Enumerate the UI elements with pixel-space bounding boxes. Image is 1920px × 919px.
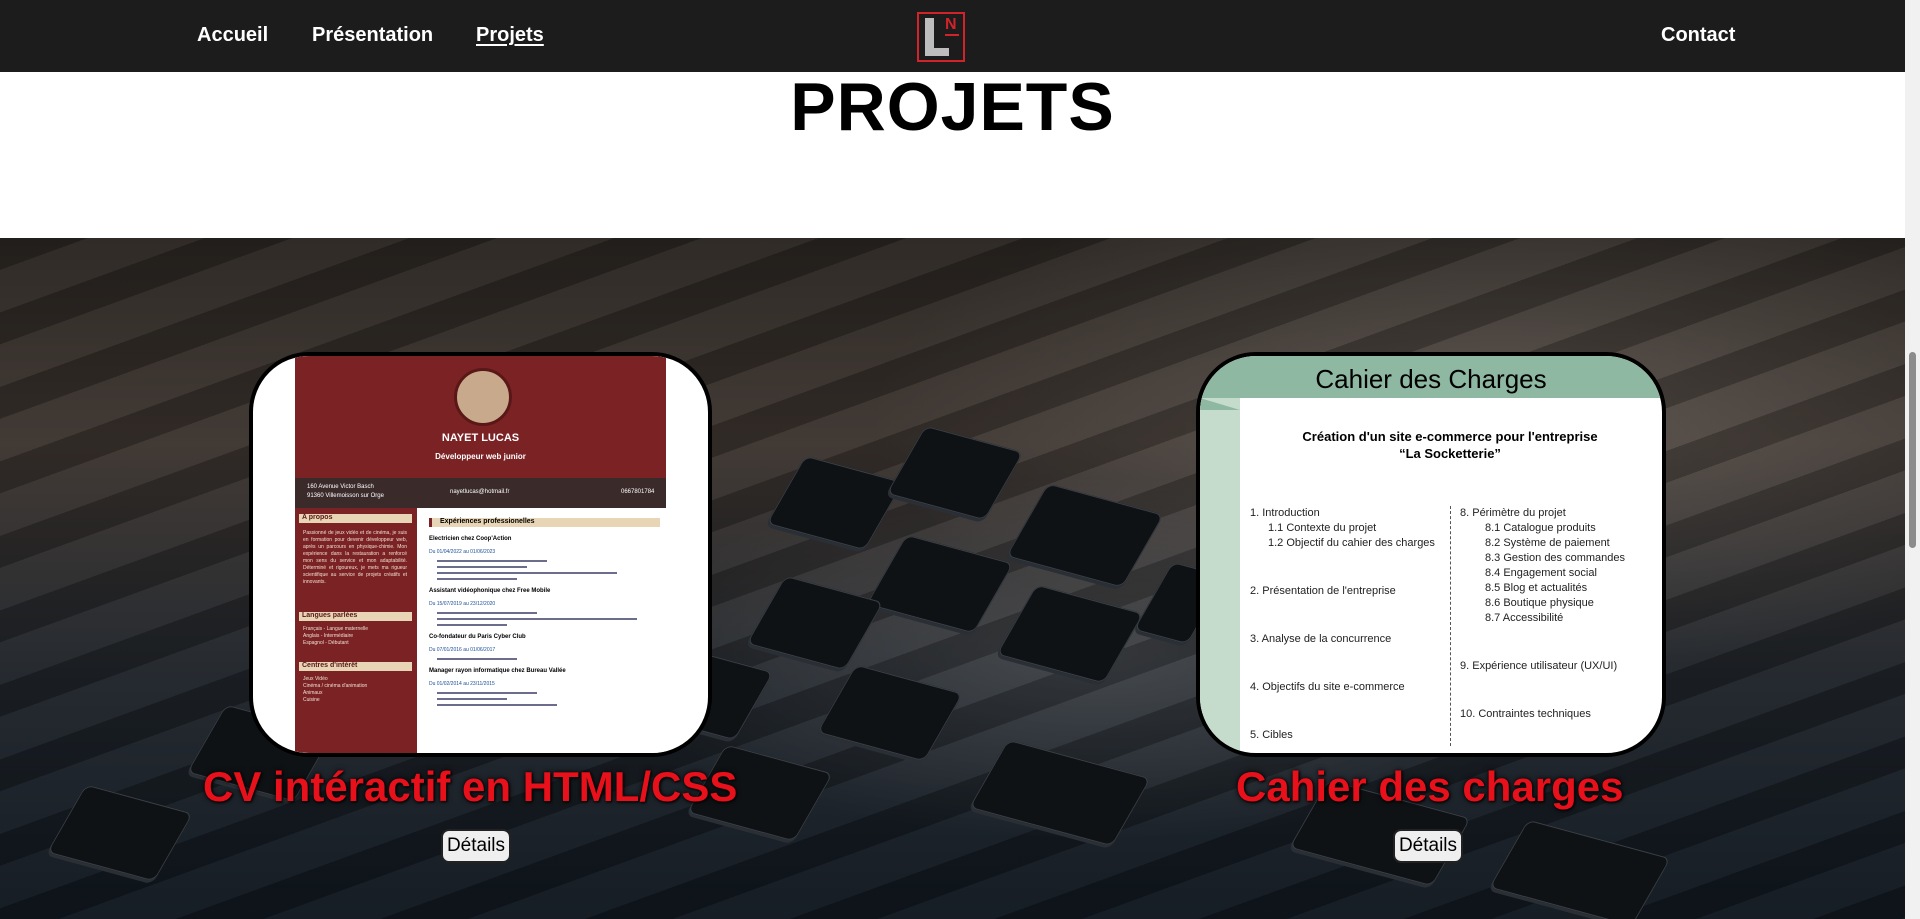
cv-section-heading: Langues parlées [299, 612, 412, 621]
list-item: 1.2 Objectif du cahier des charges [1268, 537, 1435, 549]
list-item: Animaux [303, 690, 323, 696]
cdc-toc-right: 8. Périmètre du projet 8.1 Catalogue pro… [1460, 506, 1625, 722]
cdc-subtitle: Création d'un site e-commerce pour l'ent… [1302, 429, 1598, 461]
cv-phone: 0667801784 [621, 489, 655, 495]
list-item: 5. Cibles [1250, 729, 1293, 741]
keyboard-key [886, 425, 1024, 521]
keyboard-key [816, 664, 964, 762]
cv-email: nayetlucas@hotmail.fr [450, 489, 510, 495]
list-item: 8.2 Système de paiement [1485, 537, 1610, 549]
list-item: Anglais - Intermédiaire [303, 633, 354, 639]
list-item: 3. Analyse de la concurrence [1250, 633, 1392, 645]
keyboard-key [766, 455, 904, 551]
cv-job-date: Du 15/07/2019 au 23/12/2020 [429, 601, 496, 607]
cv-job-date: Du 01/04/2022 au 01/06/2023 [429, 549, 496, 555]
cv-job-title: Electricien chez Coop'Action [429, 536, 512, 542]
cv-job-date: Du 07/01/2016 au 01/06/2017 [429, 647, 496, 653]
list-item: 8.1 Catalogue produits [1485, 522, 1596, 534]
list-item: 8. Périmètre du projet [1460, 507, 1566, 519]
logo-letter-n: N [945, 16, 957, 33]
details-button-cv[interactable]: Détails [441, 829, 511, 863]
list-item: 8.4 Engagement social [1485, 567, 1597, 579]
keyboard-key [1006, 483, 1164, 588]
cv-about-text: Passionné de jeux vidéo et de cinéma, je… [303, 530, 407, 585]
project-card-cv[interactable]: NAYET LUCAS Développeur web junior 160 A… [249, 352, 712, 757]
top-navigation: Accueil Présentation Projets N Contact [0, 0, 1905, 72]
list-item: 8.7 Accessibilité [1485, 612, 1564, 624]
nav-link-accueil[interactable]: Accueil [197, 24, 268, 47]
project-card-cahier[interactable]: Cahier des Charges Création d'un site e-… [1196, 352, 1666, 757]
cv-main-heading: Expériences professionelles [429, 518, 660, 527]
site-logo[interactable]: N [917, 12, 965, 62]
list-item: 1.1 Contexte du projet [1268, 522, 1377, 534]
list-item: 10. Contraintes techniques [1460, 708, 1591, 720]
list-item: Cinéma / cinéma d'animation [303, 683, 368, 689]
nav-link-projets[interactable]: Projets [476, 24, 544, 47]
logo-letter-l-foot [925, 48, 949, 56]
list-item: 9. Expérience utilisateur (UX/UI) [1460, 660, 1618, 672]
cv-address-line2: 91360 Villemoisson sur Orge [307, 493, 384, 499]
cv-section-heading: A propos [299, 514, 412, 523]
nav-link-presentation[interactable]: Présentation [312, 24, 433, 47]
keyboard-key [996, 584, 1144, 684]
keyboard-key [46, 784, 194, 882]
cv-job-date: Du 01/02/2014 au 23/11/2015 [429, 681, 495, 687]
cv-preview: NAYET LUCAS Développeur web junior 160 A… [295, 356, 666, 753]
logo-underline [945, 34, 959, 36]
cdc-heading: Cahier des Charges [1315, 364, 1547, 394]
cv-contact-bar: 160 Avenue Victor Basch 91360 Villemoiss… [295, 478, 666, 508]
list-item: Jeux Vidéo [303, 676, 328, 682]
keyboard-key [746, 575, 884, 671]
cv-sidebar: A propos Passionné de jeux vidéo et de c… [295, 508, 417, 753]
cdc-toc-left: 1. Introduction 1.1 Contexte du projet 1… [1250, 506, 1435, 743]
list-item: Espagnol - Débutant [303, 640, 349, 646]
list-item: 2. Présentation de l'entreprise [1250, 585, 1396, 597]
list-item: Cuisine [303, 697, 320, 703]
keyboard-key [866, 534, 1014, 634]
nav-link-contact[interactable]: Contact [1661, 24, 1735, 47]
list-item: 4. Objectifs du site e-commerce [1250, 681, 1405, 693]
keyboard-key [1489, 819, 1671, 919]
project-title-cahier: Cahier des charges [1236, 763, 1624, 810]
cv-role: Développeur web junior [435, 452, 526, 461]
cv-job-title: Manager rayon informatique chez Bureau V… [429, 668, 566, 674]
cv-section-heading: Centres d'intérêt [299, 662, 412, 671]
cv-address-line1: 160 Avenue Victor Basch [307, 484, 374, 490]
details-button-cahier[interactable]: Détails [1393, 829, 1463, 863]
list-item: 8.5 Blog et actualités [1485, 582, 1588, 594]
page-scrollbar[interactable] [1905, 0, 1920, 919]
list-item: 8.3 Gestion des commandes [1485, 552, 1626, 564]
page-title: PROJETS [790, 69, 1115, 145]
cv-job-title: Assistant vidéophonique chez Free Mobile [429, 588, 551, 594]
cv-job-title: Co-fondateur du Paris Cyber Club [429, 634, 526, 640]
scrollbar-thumb[interactable] [1909, 352, 1916, 548]
list-item: 8.6 Boutique physique [1485, 597, 1594, 609]
avatar [454, 368, 512, 426]
list-item: Français - Langue maternelle [303, 626, 369, 632]
list-item: 1. Introduction [1250, 507, 1320, 519]
cv-name: NAYET LUCAS [441, 432, 520, 444]
keyboard-key [969, 739, 1151, 847]
project-title-cv: CV intéractif en HTML/CSS [203, 763, 738, 810]
